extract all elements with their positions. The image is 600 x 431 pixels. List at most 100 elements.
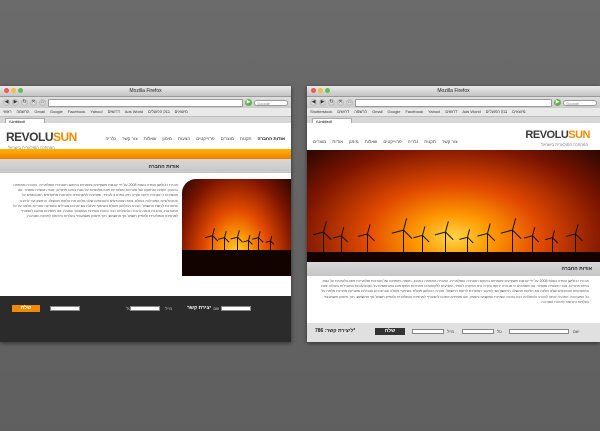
bookmark-2[interactable]: הרשמה	[354, 108, 367, 116]
tel-field[interactable]	[130, 306, 160, 311]
bookmark-3[interactable]: Google	[50, 108, 63, 116]
window-controls[interactable]	[311, 88, 330, 93]
turbine-blade	[487, 232, 496, 241]
bookmark-2[interactable]: Gmail	[34, 108, 44, 116]
close-icon[interactable]	[4, 88, 9, 93]
mail-label: מייל	[165, 306, 172, 311]
nav-item-5[interactable]: מימון	[349, 139, 359, 144]
turbine-blade	[512, 229, 522, 239]
about-text: חברת רבולושן נוסדה בשנת 2008 על ידי קבוצ…	[12, 183, 178, 219]
send-button[interactable]: שלח	[12, 305, 40, 312]
name-field[interactable]	[509, 329, 569, 334]
forward-icon[interactable]: ▶	[319, 99, 326, 106]
logo-tagline: המהפכה הסולארית בישראל	[541, 142, 588, 147]
turbine	[512, 230, 513, 252]
nav-item-1[interactable]: תקנות	[424, 139, 436, 144]
bookmark-8[interactable]: בנק הפועלים	[148, 108, 169, 116]
bookmark-9[interactable]: מיוצאים	[175, 108, 188, 116]
nav-item-2[interactable]: גלריה	[408, 139, 419, 144]
turbine-blade	[403, 229, 413, 239]
reload-icon[interactable]: ↻	[21, 99, 28, 106]
turbine-blade	[552, 237, 559, 244]
bookmark-0[interactable]: Shutterstock	[310, 108, 332, 116]
nav-item-7[interactable]: צור קשר	[122, 136, 138, 141]
back-icon[interactable]: ◀	[310, 99, 317, 106]
ground	[182, 250, 291, 276]
email-field[interactable]	[50, 306, 80, 311]
window-title: Mozilla Firefox	[437, 88, 470, 94]
turbine-blade	[367, 233, 375, 242]
bookmark-0[interactable]: ראשי	[3, 108, 12, 116]
email-field[interactable]	[412, 329, 444, 334]
turbine-blade	[445, 231, 454, 241]
bookmark-6[interactable]: דרושים	[108, 108, 120, 116]
go-icon[interactable]: ▶	[245, 99, 252, 106]
phone-label: ליצירת קשר: 786*	[315, 328, 356, 334]
ground	[307, 252, 600, 262]
search-input[interactable]: Google	[254, 99, 288, 106]
nav-item-3[interactable]: פרוייקטים	[383, 139, 401, 144]
turbine	[552, 238, 553, 252]
turbine	[212, 236, 213, 250]
turbine-blade	[532, 235, 540, 243]
nav-item-4[interactable]: שאלות	[365, 139, 378, 144]
turbine	[445, 232, 446, 252]
nav-item-8[interactable]: גלריה	[106, 136, 117, 141]
web-page: צור קשר תקנות גלריה פרוייקטים שאלות מימון אודו…	[307, 123, 600, 342]
address-bar[interactable]	[355, 98, 552, 107]
search-input[interactable]: Google	[563, 99, 597, 106]
bookmark-4[interactable]: Facebook	[68, 108, 86, 116]
bookmark-10[interactable]: מיוצאים	[512, 108, 525, 116]
nav-item-7[interactable]: מוצרים	[313, 139, 326, 144]
bookmark-6[interactable]: Yahoo!	[428, 108, 440, 116]
bookmark-3[interactable]: Gmail	[372, 108, 382, 116]
zoom-icon[interactable]	[18, 88, 23, 93]
contact-footer: ליצירת קשר: 786* שלח מייל טל שם	[307, 323, 600, 342]
nav-toolbar: ◀ ▶ ↻ ✕ ⌂ ▶ Google	[307, 97, 600, 108]
stop-icon[interactable]: ✕	[30, 99, 37, 106]
nav-item-0[interactable]: אודות החברה	[258, 136, 285, 141]
go-icon[interactable]: ▶	[554, 99, 561, 106]
bookmark-4[interactable]: Google	[388, 108, 401, 116]
nav-item-0[interactable]: צור קשר	[442, 139, 458, 144]
main-nav: צור קשר תקנות גלריה פרוייקטים שאלות מימון אודו…	[313, 139, 458, 144]
stop-icon[interactable]: ✕	[337, 99, 344, 106]
nav-item-6[interactable]: אודות	[332, 139, 343, 144]
title-bar: Mozilla Firefox	[0, 86, 291, 97]
bookmark-9[interactable]: בנק הפועלים	[486, 108, 507, 116]
minimize-icon[interactable]	[318, 88, 323, 93]
back-icon[interactable]: ◀	[3, 99, 10, 106]
bookmark-1[interactable]: דרושים	[337, 108, 349, 116]
nav-item-1[interactable]: תקנות	[240, 136, 252, 141]
bookmark-5[interactable]: Facebook	[405, 108, 423, 116]
nav-toolbar: ◀ ▶ ↻ ✕ ⌂ ▶ Google	[0, 97, 291, 108]
browser-window-left: Mozilla Firefox ◀ ▶ ↻ ✕ ⌂ ▶ Google ראשי ה…	[0, 86, 291, 342]
zoom-icon[interactable]	[325, 88, 330, 93]
forward-icon[interactable]: ▶	[12, 99, 19, 106]
nav-item-3[interactable]: פרוייקטים	[196, 136, 214, 141]
turbine	[532, 236, 533, 252]
tel-field[interactable]	[462, 329, 494, 334]
bookmark-8[interactable]: Ads World	[462, 108, 480, 116]
bookmark-1[interactable]: הרשמה	[17, 108, 30, 116]
bookmark-5[interactable]: Yahoo!	[90, 108, 102, 116]
address-bar[interactable]	[48, 98, 243, 107]
send-button[interactable]: שלח	[375, 328, 405, 335]
bookmark-7[interactable]: דרושים	[445, 108, 457, 116]
section-bar	[307, 262, 600, 276]
minimize-icon[interactable]	[11, 88, 16, 93]
home-icon[interactable]: ⌂	[39, 99, 46, 106]
reload-icon[interactable]: ↻	[328, 99, 335, 106]
site-logo[interactable]: REVOLUSUN	[6, 130, 77, 144]
nav-item-6[interactable]: שאלות	[144, 136, 157, 141]
turbine	[258, 238, 259, 250]
bookmark-7[interactable]: Ads World	[125, 108, 143, 116]
close-icon[interactable]	[311, 88, 316, 93]
nav-item-4[interactable]: הצעות	[178, 136, 190, 141]
nav-item-5[interactable]: מימון	[162, 136, 172, 141]
window-controls[interactable]	[4, 88, 23, 93]
name-field[interactable]	[221, 306, 251, 311]
nav-item-2[interactable]: מוצרים	[221, 136, 234, 141]
site-logo[interactable]: REVOLUSUN	[525, 129, 590, 141]
home-icon[interactable]: ⌂	[346, 99, 353, 106]
